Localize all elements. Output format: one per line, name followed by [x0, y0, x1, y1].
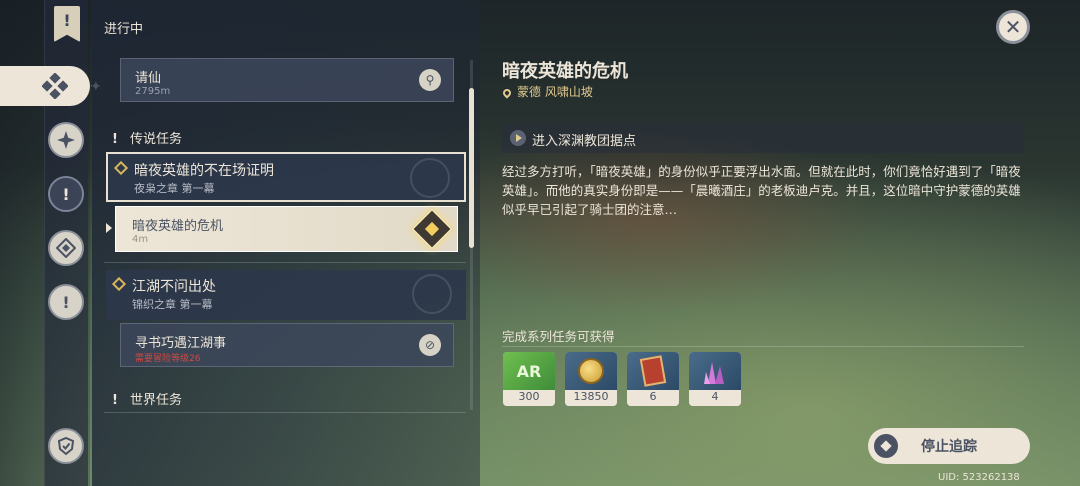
legend-quest-card-1[interactable]: 暗夜英雄的不在场证明 夜枭之章 第一幕 [106, 152, 466, 202]
reward-count: 300 [503, 390, 555, 406]
world-quest-tab[interactable]: ! [48, 284, 84, 320]
subquest-qingxian[interactable]: 请仙 2795m ⚲ [120, 58, 454, 102]
page-title: 进行中 [104, 22, 144, 37]
divider [104, 412, 466, 413]
commission-icon [56, 238, 76, 258]
story-quest-icon: ! [62, 184, 70, 204]
quest-detail-title: 暗夜英雄的危机 [502, 61, 628, 82]
close-icon: ✕ [1004, 15, 1022, 39]
reward-item[interactable]: AR 300 [503, 352, 555, 406]
hero-wit-book-icon [627, 352, 679, 390]
category-all-tab[interactable] [0, 66, 90, 106]
reward-count: 13850 [565, 390, 617, 406]
story-quest-tab[interactable]: ! [48, 176, 84, 212]
locked-subquest-card[interactable]: 寻书巧遇江湖事 需要冒险等级26 ⊘ [120, 323, 454, 367]
reward-item[interactable]: 4 [689, 352, 741, 406]
user-id: UID: 523262138 [938, 472, 1020, 483]
subquest-name: 寻书巧遇江湖事 [135, 336, 227, 351]
subquest-name: 请仙 [135, 71, 162, 86]
reward-count: 4 [689, 390, 741, 406]
quest-chapter: 锦织之章 第一幕 [132, 298, 213, 311]
quest-description: 经过多方打听，「暗夜英雄」的身份似乎正要浮出水面。但就在此时，你们竟恰好遇到了「… [502, 164, 1021, 217]
achievement-tab[interactable] [48, 428, 84, 464]
divider [104, 262, 466, 263]
quest-diamond-icon [111, 276, 127, 292]
play-arrow-icon [510, 130, 526, 146]
all-quests-icon [42, 73, 68, 99]
reward-item[interactable]: 6 [627, 352, 679, 406]
reward-item[interactable]: 13850 [565, 352, 617, 406]
world-section-header: ! 世界任务 [110, 389, 182, 408]
rewards-divider [502, 346, 1024, 347]
subquest-name: 暗夜英雄的危机 [132, 219, 224, 234]
close-button[interactable]: ✕ [996, 10, 1030, 44]
exclamation-icon: ! [112, 393, 118, 408]
quest-name: 暗夜英雄的不在场证明 [134, 163, 274, 179]
legend-quest-card-2[interactable]: 江湖不问出处 锦织之章 第一幕 [106, 270, 466, 320]
scrollbar-thumb[interactable] [469, 88, 474, 248]
reward-count: 6 [627, 390, 679, 406]
selected-arrow-icon [106, 223, 112, 233]
archon-quest-icon [57, 131, 75, 149]
tracked-subquest-card[interactable]: 暗夜英雄的危机 4m [115, 206, 458, 252]
exclamation-icon: ! [112, 132, 118, 147]
stop-tracking-button[interactable]: 停止追踪 [868, 428, 1030, 464]
objective-row: 进入深渊教团据点 [502, 123, 1024, 153]
locked-icon: ⊘ [419, 334, 441, 356]
subquest-requirement: 需要冒险等级26 [135, 354, 201, 364]
diamond-icon [874, 434, 898, 458]
subquest-distance: 4m [132, 234, 149, 245]
chapter-emblem-icon [412, 274, 452, 314]
quest-chapter: 夜枭之章 第一幕 [134, 182, 215, 195]
mora-coin-icon [565, 352, 617, 390]
chapter-emblem-icon [410, 158, 450, 198]
tracking-marker-icon [410, 207, 454, 251]
quest-diamond-icon [113, 160, 129, 176]
archon-quest-tab[interactable] [48, 122, 84, 158]
objective-text: 进入深渊教团据点 [532, 134, 637, 149]
commission-tab[interactable] [48, 230, 84, 266]
quest-name: 江湖不问出处 [132, 279, 216, 295]
quest-location[interactable]: 蒙德 风啸山坡 [501, 83, 593, 100]
crystal-ore-icon [689, 352, 741, 390]
location-pin-icon[interactable]: ⚲ [419, 69, 441, 91]
shield-check-icon [57, 436, 75, 456]
legend-section-header: ! 传说任务 [110, 128, 182, 147]
rewards-label: 完成系列任务可获得 [502, 329, 615, 344]
location-pin-icon [501, 86, 513, 99]
world-quest-icon: ! [62, 292, 70, 312]
subquest-distance: 2795m [135, 86, 171, 97]
adventure-exp-icon: AR [503, 352, 555, 390]
